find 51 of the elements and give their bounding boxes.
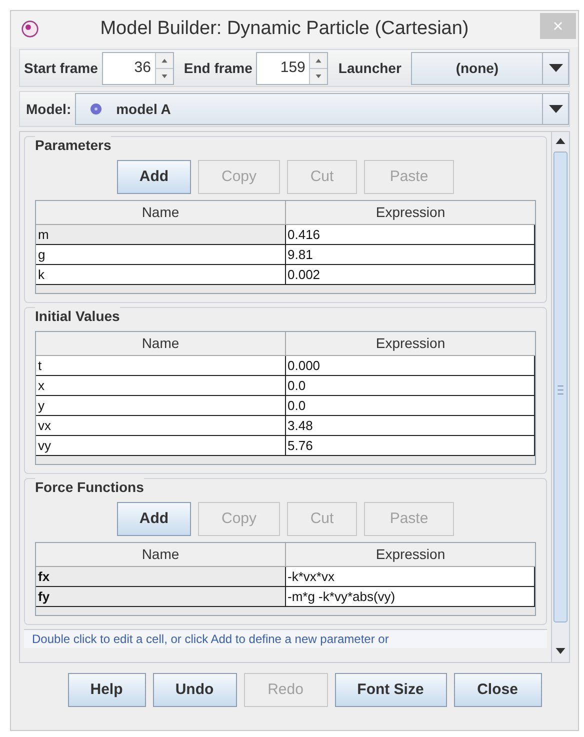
table-cell[interactable]: -m*g -k*vy*abs(vy) bbox=[286, 587, 535, 606]
table-cell[interactable]: fx bbox=[36, 567, 286, 586]
model-dot-icon bbox=[90, 103, 102, 115]
table-cell[interactable]: g bbox=[36, 245, 286, 264]
column-header[interactable]: Name bbox=[36, 543, 286, 566]
field-label: Launcher bbox=[337, 58, 402, 78]
table-cell[interactable]: 3.48 bbox=[286, 416, 535, 435]
launcher-dropdown[interactable]: (none) bbox=[411, 52, 569, 84]
field-label: Start frame bbox=[23, 58, 99, 78]
field-label: Model: bbox=[26, 100, 72, 118]
column-header[interactable]: Expression bbox=[286, 201, 535, 224]
column-header[interactable]: Expression bbox=[286, 332, 535, 355]
table-cell[interactable]: k bbox=[36, 265, 286, 284]
spinner-field[interactable]: 36 bbox=[102, 52, 174, 84]
column-header[interactable]: Expression bbox=[286, 543, 535, 566]
dropdown-caret-icon bbox=[548, 64, 562, 72]
action-button[interactable]: Add bbox=[117, 160, 191, 194]
table-cell[interactable]: fy bbox=[36, 587, 286, 606]
dropdown-caret-icon bbox=[548, 105, 562, 113]
action-button[interactable]: Font Size bbox=[334, 673, 446, 707]
column-header[interactable]: Name bbox=[36, 332, 286, 355]
dropdown-value: (none) bbox=[454, 58, 500, 78]
spinner-value: 159 bbox=[279, 58, 306, 78]
table-cell[interactable]: vx bbox=[36, 416, 286, 435]
table-cell[interactable]: x bbox=[36, 376, 286, 395]
vertical-scrollbar[interactable] bbox=[551, 132, 569, 662]
table-cell[interactable]: m bbox=[36, 225, 286, 244]
table-cell[interactable]: 5.76 bbox=[286, 436, 535, 455]
window-title: Model Builder: Dynamic Particle (Cartesian) bbox=[99, 16, 470, 41]
spinner-value: 36 bbox=[133, 58, 152, 78]
table-cell[interactable]: vy bbox=[36, 436, 286, 455]
hint-text: Double click to edit a cell, or click Add to define a new parameter or bbox=[24, 629, 547, 648]
spinner-field[interactable]: 159 bbox=[256, 52, 328, 84]
app-logo-icon bbox=[21, 20, 39, 38]
table-cell[interactable]: 0.000 bbox=[286, 356, 535, 375]
field-label: End frame bbox=[182, 58, 254, 78]
column-header[interactable]: Name bbox=[36, 201, 286, 224]
table-cell[interactable]: 0.002 bbox=[286, 265, 535, 284]
table-cell[interactable]: t bbox=[36, 356, 286, 375]
dropdown-value: model A bbox=[116, 100, 172, 118]
table-cell[interactable]: -k*vx*vx bbox=[286, 567, 535, 586]
table-cell[interactable]: 0.0 bbox=[286, 396, 535, 415]
action-button[interactable]: Add bbox=[117, 502, 191, 536]
table-cell[interactable]: 0.416 bbox=[286, 225, 535, 244]
action-button[interactable]: Close bbox=[454, 673, 542, 707]
table-cell[interactable]: 0.0 bbox=[286, 376, 535, 395]
model-dropdown[interactable]: model A bbox=[75, 93, 569, 125]
action-button[interactable]: Help bbox=[68, 673, 146, 707]
table-cell[interactable]: 9.81 bbox=[286, 245, 535, 264]
action-button[interactable]: Undo bbox=[152, 673, 236, 707]
table-cell[interactable]: y bbox=[36, 396, 286, 415]
